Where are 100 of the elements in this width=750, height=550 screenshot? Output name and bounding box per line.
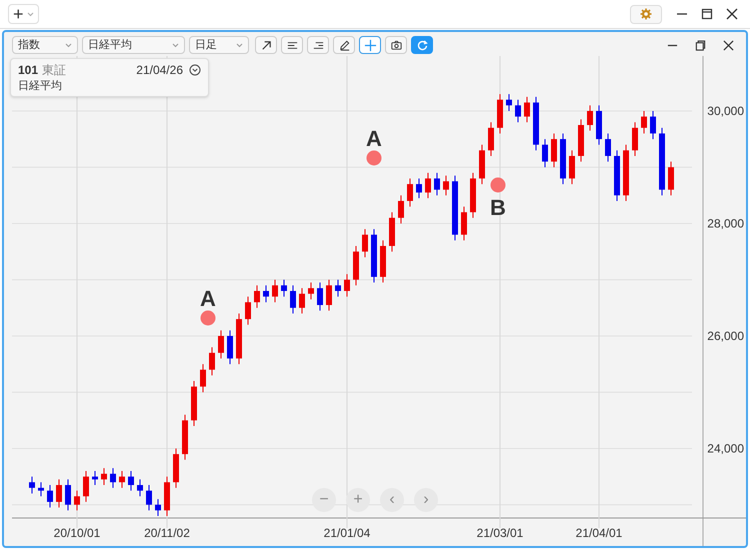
x-tick-label: 20/10/01 xyxy=(54,526,100,540)
caret-icon xyxy=(172,42,179,48)
caret-icon xyxy=(26,12,34,16)
candlestick xyxy=(560,132,566,185)
candlestick xyxy=(551,132,557,168)
exchange-label: 東証 xyxy=(42,62,66,78)
restore-icon[interactable] xyxy=(695,40,706,50)
candlestick xyxy=(101,468,107,486)
candlestick xyxy=(344,274,350,298)
trend-arrow-icon xyxy=(260,38,272,52)
y-tick-label: 26,000 xyxy=(707,328,744,343)
marker-dot xyxy=(490,178,506,192)
candlestick xyxy=(398,194,404,224)
candlestick xyxy=(488,122,494,156)
pencil-icon xyxy=(338,38,350,52)
candlestick xyxy=(569,150,575,185)
candlestick xyxy=(65,478,71,511)
x-tick-label: 20/11/02 xyxy=(144,526,190,540)
marker-label: A xyxy=(366,126,382,151)
tool-button[interactable] xyxy=(307,36,329,54)
candlestick xyxy=(506,94,512,112)
marker-dot xyxy=(366,150,382,166)
candlestick xyxy=(146,484,152,511)
index-name: 日経平均 xyxy=(18,79,63,94)
refresh-icon xyxy=(416,38,428,52)
candlestick xyxy=(371,228,377,284)
candlestick xyxy=(389,212,395,252)
candlestick xyxy=(191,380,197,426)
marker-label: A xyxy=(200,286,216,311)
maximize-icon[interactable] xyxy=(701,8,713,20)
candlestick xyxy=(524,96,530,123)
dropdown[interactable]: 指数 xyxy=(12,36,78,54)
candlestick xyxy=(92,470,98,486)
candlestick xyxy=(614,150,620,202)
ticker-code: 101 xyxy=(18,62,38,78)
candlestick xyxy=(290,284,296,314)
candlestick xyxy=(380,240,386,284)
candlestick xyxy=(623,144,629,202)
candlestick xyxy=(173,448,179,488)
caret-icon xyxy=(236,42,243,48)
tool-button[interactable] xyxy=(255,36,277,54)
candlestick xyxy=(362,228,368,258)
tool-button[interactable] xyxy=(333,36,355,54)
candlestick xyxy=(542,138,548,168)
candlestick xyxy=(281,279,287,298)
candlestick xyxy=(299,288,305,314)
x-tick-label: 21/03/01 xyxy=(476,526,524,540)
candlestick xyxy=(308,282,314,300)
date-label: 21/04/26 xyxy=(136,62,183,78)
close-icon[interactable] xyxy=(726,8,738,20)
candlestick xyxy=(659,127,665,196)
candlestick xyxy=(497,94,503,134)
candlestick xyxy=(155,498,161,516)
candlestick xyxy=(587,104,593,132)
candlestick xyxy=(119,470,125,488)
candlestick xyxy=(668,161,674,196)
candlestick xyxy=(533,96,539,151)
camera-icon xyxy=(390,38,402,52)
x-tick-label: 21/04/01 xyxy=(576,526,622,540)
tool-button[interactable] xyxy=(281,36,303,54)
candlestick xyxy=(353,245,359,286)
dropdown[interactable]: 日経平均 xyxy=(82,36,185,54)
candlestick xyxy=(200,364,206,393)
candlestick xyxy=(47,484,53,508)
candlestick xyxy=(272,279,278,303)
close-icon[interactable] xyxy=(723,40,734,50)
candlestick xyxy=(650,110,656,140)
candlestick xyxy=(443,175,449,196)
candlestick xyxy=(110,468,116,488)
candlestick xyxy=(227,330,233,365)
candlestick xyxy=(83,470,89,502)
x-tick-label: 21/01/04 xyxy=(324,526,370,540)
dropdown[interactable]: 日足 xyxy=(189,36,249,54)
candlestick xyxy=(461,206,467,241)
candlestick xyxy=(164,476,170,516)
crosshair-icon xyxy=(364,38,376,52)
candlestick xyxy=(245,296,251,326)
candlestick xyxy=(29,476,35,494)
marker-dot xyxy=(200,310,216,326)
candlestick xyxy=(416,178,422,199)
settings-button[interactable] xyxy=(630,4,662,24)
candlestick xyxy=(56,478,62,508)
candlestick xyxy=(236,312,242,365)
candlestick xyxy=(578,118,584,162)
candlestick xyxy=(407,178,413,208)
candlestick xyxy=(137,478,143,497)
candlestick xyxy=(182,414,188,460)
add-button[interactable]: + xyxy=(8,4,39,24)
candlestick xyxy=(74,490,80,511)
candlestick xyxy=(515,99,521,123)
candlestick xyxy=(425,172,431,199)
tool-button[interactable] xyxy=(385,36,407,54)
candlestick xyxy=(218,330,224,359)
y-tick-label: 28,000 xyxy=(707,216,744,230)
candlestick xyxy=(470,172,476,218)
candlestick xyxy=(632,122,638,156)
candlestick xyxy=(326,279,332,312)
y-tick-label: 30,000 xyxy=(707,104,744,118)
expand-icon[interactable] xyxy=(189,64,201,76)
candlestick xyxy=(317,282,323,312)
